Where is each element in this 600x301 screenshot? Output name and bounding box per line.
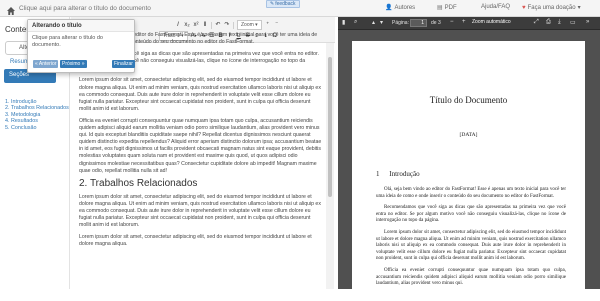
redo-button[interactable]: ↷ xyxy=(224,21,230,29)
pdf-paragraph: Recomendamos que você siga as dicas que … xyxy=(376,205,566,224)
editor-paragraph: Lorem ipsum dolor sit amet, consectetur … xyxy=(79,77,321,112)
zoom-out-icon[interactable]: − xyxy=(450,19,454,25)
heart-icon: ♥ xyxy=(522,4,526,11)
print-icon[interactable]: ⎙ xyxy=(546,19,551,26)
toolbar-divider xyxy=(211,21,212,29)
chevron-down-icon: ▾ xyxy=(577,5,581,11)
pdf-paragraph: Officia ea eveniet corrupti consequuntur… xyxy=(376,267,566,287)
top-bar: ✎ feedback 👤 Autores ▤ PDF Ajuda/FAQ ♥ F… xyxy=(0,0,600,17)
editor-content[interactable]: Seu seja bem vindo ao editor do FastForm… xyxy=(79,32,323,253)
help-faq-link[interactable]: Ajuda/FAQ xyxy=(481,4,510,10)
pdf-date: [DATA] xyxy=(459,132,478,138)
toolbar-divider xyxy=(233,21,234,29)
file-icon: ▤ xyxy=(437,5,443,11)
page-label: Página: xyxy=(392,20,409,26)
zoom-in-button[interactable]: ⁺ xyxy=(265,21,271,29)
pdf-toolbar: ▮ ⌕ ▴ ▾ Página: 1 de 3 − + Zoom automáti… xyxy=(338,17,600,30)
pdf-viewer: ▮ ⌕ ▴ ▾ Página: 1 de 3 − + Zoom automáti… xyxy=(338,17,600,301)
pdf-paragraph: Lorem ipsum dolor sit amet, consectetur … xyxy=(376,229,566,262)
help-faq-label: Ajuda/FAQ xyxy=(481,4,511,10)
fullscreen-icon[interactable]: ⤢ xyxy=(534,19,539,26)
editor-heading: 2. Trabalhos Relacionados xyxy=(79,177,198,189)
editor-paragraph: Lorem ipsum dolor sit amet, consectetur … xyxy=(79,193,321,229)
pdf-document-title: Título do Documento xyxy=(429,95,508,105)
italic-button[interactable]: I xyxy=(175,21,181,29)
zoom-in-icon[interactable]: + xyxy=(462,19,466,25)
undo-button[interactable]: ↶ xyxy=(215,21,221,29)
zoom-select[interactable]: Zoom ▾ xyxy=(237,20,262,30)
pdf-link[interactable]: ▤ PDF xyxy=(437,4,457,12)
next-page-icon[interactable]: ▾ xyxy=(380,19,383,26)
previous-page-icon[interactable]: ▴ xyxy=(372,19,375,26)
pdf-paragraph: Olá, seja bem vindo ao editor do FastFor… xyxy=(376,187,566,199)
feedback-button[interactable]: ✎ feedback xyxy=(266,0,300,8)
sidebar-toggle-icon[interactable]: ▮ xyxy=(342,19,345,26)
previous-button[interactable]: « Anterior xyxy=(33,60,59,68)
zoom-select-label: Zoom xyxy=(241,22,254,28)
pdf-page: Título do Documento [DATA] 1 Introdução … xyxy=(352,41,585,301)
donate-label: Faça uma doação xyxy=(527,4,576,11)
subscript-button[interactable]: x₂ xyxy=(184,21,190,29)
pdf-zoom-select[interactable]: Zoom automático xyxy=(472,19,511,25)
download-icon[interactable]: ⤓ xyxy=(558,19,561,26)
pdf-section-title: Introdução xyxy=(389,170,420,178)
pdf-section-heading: 1 Introdução xyxy=(376,170,420,178)
document-title-input[interactable] xyxy=(19,2,191,14)
chevron-down-icon: ▾ xyxy=(255,22,258,28)
editor-paragraph: Officia ea eveniet corrupti consequuntur… xyxy=(79,117,322,174)
finish-button[interactable]: Finalizar xyxy=(112,60,135,68)
pdf-label: PDF xyxy=(444,4,457,11)
popover-title: Alterando o título xyxy=(28,20,134,32)
donate-link[interactable]: ♥ Faça uma doação ▾ xyxy=(522,4,581,12)
pdf-section-number: 1 xyxy=(376,170,380,178)
page-number-input[interactable]: 1 xyxy=(410,19,427,27)
superscript-button[interactable]: x² xyxy=(193,21,199,29)
authors-link[interactable]: 👤 Autores xyxy=(385,4,416,12)
roman-numeral-button[interactable]: Ⅱ xyxy=(202,21,208,29)
search-icon[interactable]: ⌕ xyxy=(354,19,357,26)
tools-icon[interactable]: » xyxy=(586,19,589,25)
editor-paragraph: Lorem ipsum dolor sit amet, consectetur … xyxy=(79,234,312,248)
comment-icon: ✎ xyxy=(270,1,275,7)
bookmark-icon[interactable]: ▭ xyxy=(570,19,576,26)
pdf-body-text: Olá, seja bem vindo ao editor do FastFor… xyxy=(376,187,566,293)
tour-popover: Alterando o título Clique para alterar o… xyxy=(27,19,135,73)
zoom-out-button[interactable]: ⁻ xyxy=(274,21,280,29)
page-total: de 3 xyxy=(431,20,441,26)
editor-scrollbar-thumb[interactable] xyxy=(328,57,332,197)
user-icon: 👤 xyxy=(385,5,393,11)
toc-item-conclusao[interactable]: 5. Conclusão xyxy=(5,125,69,131)
feedback-label: feedback xyxy=(275,1,296,7)
next-button[interactable]: Próximo » xyxy=(60,60,87,68)
table-of-contents: 1. Introdução 2. Trabalhos Relacionados … xyxy=(5,99,69,131)
toolbar-row-1: I x₂ x² Ⅱ ↶ ↷ Zoom ▾ ⁺ ⁻ xyxy=(175,20,280,30)
toc-item-trabalhos[interactable]: 2. Trabalhos Relacionados xyxy=(5,105,69,111)
authors-label: Autores xyxy=(394,4,416,11)
home-icon[interactable] xyxy=(6,3,16,15)
popover-body: Clique para alterar o título do document… xyxy=(32,35,103,48)
